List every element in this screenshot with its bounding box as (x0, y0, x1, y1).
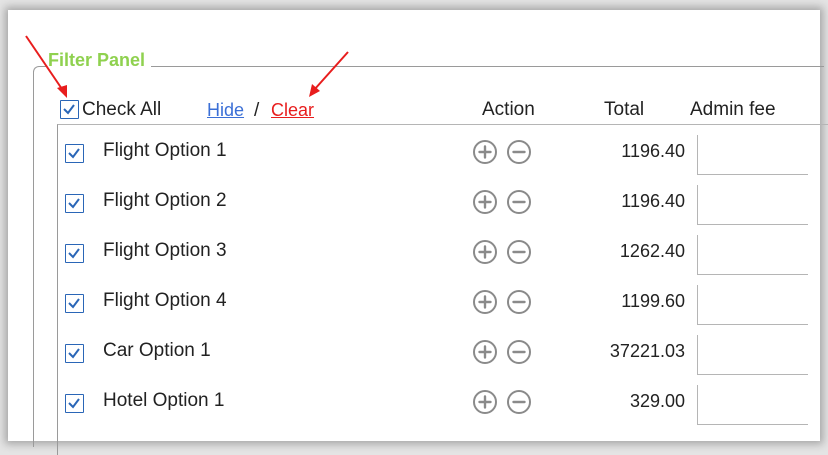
check-icon (68, 298, 80, 309)
check-icon (68, 198, 80, 209)
total-column-header: Total (604, 99, 645, 120)
option-label: Flight Option 3 (103, 240, 227, 261)
plus-circle-icon[interactable] (472, 289, 498, 315)
minus-circle-icon[interactable] (506, 289, 532, 315)
option-total: 1196.40 (621, 141, 685, 161)
plus-circle-icon[interactable] (472, 189, 498, 215)
option-checkbox[interactable] (65, 194, 84, 213)
check-icon (68, 148, 80, 159)
action-column-header: Action (482, 99, 535, 120)
admin-fee-column-header: Admin fee (690, 99, 776, 120)
admin-fee-input[interactable] (697, 135, 808, 175)
option-total: 329.00 (629, 391, 685, 411)
minus-circle-icon[interactable] (506, 389, 532, 415)
option-total: 1199.60 (621, 291, 685, 311)
admin-fee-input[interactable] (697, 235, 808, 275)
plus-circle-icon[interactable] (472, 239, 498, 265)
option-row: Flight Option 1 1196.40 (57, 127, 827, 177)
minus-circle-icon[interactable] (506, 189, 532, 215)
annotation-arrow-check-all (25, 35, 67, 98)
option-label: Flight Option 4 (103, 290, 227, 311)
option-label: Car Option 1 (103, 340, 211, 361)
minus-circle-icon[interactable] (506, 339, 532, 365)
plus-circle-icon[interactable] (472, 139, 498, 165)
option-row: Hotel Option 1 329.00 (57, 377, 827, 427)
option-total: 37221.03 (609, 341, 685, 361)
option-label: Flight Option 1 (103, 140, 227, 161)
check-icon (68, 398, 80, 409)
clear-link[interactable]: Clear (271, 100, 314, 121)
plus-circle-icon[interactable] (472, 339, 498, 365)
minus-circle-icon[interactable] (506, 239, 532, 265)
option-total: 1196.40 (621, 191, 685, 211)
link-separator: / (254, 100, 260, 121)
option-row: Flight Option 2 1196.40 (57, 177, 827, 227)
option-row: Flight Option 3 1262.40 (57, 227, 827, 277)
option-row: Flight Option 4 1199.60 (57, 277, 827, 327)
check-icon (68, 248, 80, 259)
option-row: Car Option 1 37221.03 (57, 327, 827, 377)
option-total: 1262.40 (619, 241, 685, 261)
minus-circle-icon[interactable] (506, 139, 532, 165)
admin-fee-input[interactable] (697, 185, 808, 225)
option-checkbox[interactable] (65, 144, 84, 163)
option-label: Hotel Option 1 (103, 390, 225, 411)
check-icon (68, 348, 80, 359)
admin-fee-input[interactable] (697, 285, 808, 325)
option-checkbox[interactable] (65, 294, 84, 313)
admin-fee-input[interactable] (697, 335, 808, 375)
option-label: Flight Option 2 (103, 190, 227, 211)
admin-fee-input[interactable] (697, 385, 808, 425)
option-checkbox[interactable] (65, 244, 84, 263)
check-all-label[interactable]: Check All (82, 99, 161, 121)
annotation-arrow-clear (309, 51, 349, 97)
plus-circle-icon[interactable] (472, 389, 498, 415)
option-checkbox[interactable] (65, 394, 84, 413)
hide-link[interactable]: Hide (207, 100, 244, 121)
option-checkbox[interactable] (65, 344, 84, 363)
